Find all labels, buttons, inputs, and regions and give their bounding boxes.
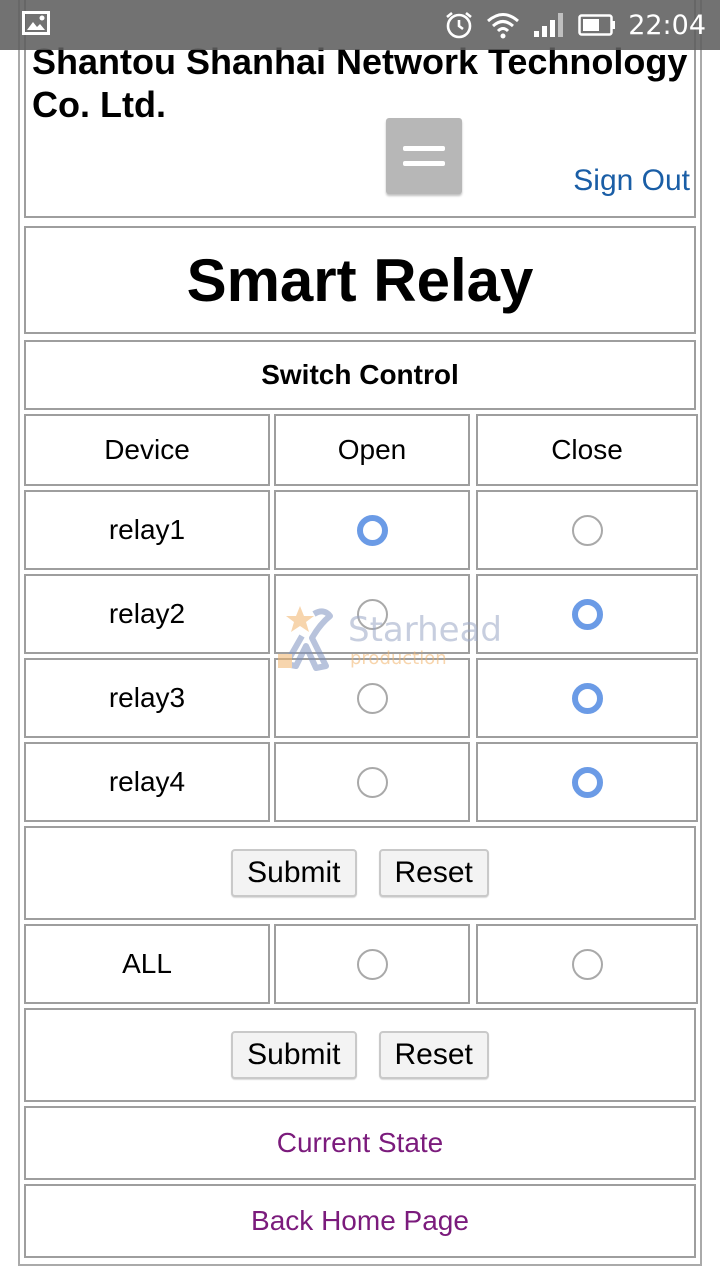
relay3-close-radio[interactable] — [571, 682, 603, 714]
all-label: ALL — [122, 948, 172, 979]
all-reset-button[interactable]: Reset — [378, 1031, 489, 1079]
header-open: Open — [274, 414, 470, 486]
hamburger-icon — [403, 146, 445, 151]
relay4-label-cell: relay4 — [24, 742, 270, 822]
relay3-open-radio[interactable] — [356, 682, 388, 714]
relay1-label-cell: relay1 — [24, 490, 270, 570]
wifi-icon — [486, 11, 520, 39]
page-title: Smart Relay — [186, 246, 534, 314]
relay3-label-cell: relay3 — [24, 658, 270, 738]
sign-out-link[interactable]: Sign Out — [573, 164, 690, 198]
relay-actions: Submit Reset — [24, 826, 696, 920]
company-name: Shantou Shanhai Network Technology Co. L… — [32, 41, 688, 125]
reset-button[interactable]: Reset — [378, 849, 489, 897]
signal-icon — [532, 11, 566, 39]
all-close-radio[interactable] — [571, 948, 603, 980]
relay2-open-radio[interactable] — [356, 598, 388, 630]
back-home-cell: Back Home Page — [24, 1184, 696, 1258]
title-cell: Smart Relay — [24, 226, 696, 334]
relay1-open-radio[interactable] — [356, 514, 388, 546]
device-label: relay1 — [108, 514, 186, 545]
relay4-close-radio[interactable] — [571, 766, 603, 798]
subtitle-cell: Switch Control — [24, 340, 696, 410]
all-actions: Submit Reset — [24, 1008, 696, 1102]
header-close: Close — [476, 414, 698, 486]
current-state-link[interactable]: Current State — [277, 1127, 444, 1159]
relay2-close-radio[interactable] — [571, 598, 603, 630]
all-label-cell: ALL — [24, 924, 270, 1004]
relay2-label-cell: relay2 — [24, 574, 270, 654]
device-label: relay3 — [108, 682, 186, 713]
submit-button[interactable]: Submit — [231, 849, 357, 897]
device-label: relay4 — [108, 766, 186, 797]
all-submit-button[interactable]: Submit — [231, 1031, 357, 1079]
page-frame: Shantou Shanhai Network Technology Co. L… — [18, 0, 702, 1266]
battery-icon — [578, 14, 616, 36]
section-title: Switch Control — [261, 359, 459, 390]
relay1-close-radio[interactable] — [571, 514, 603, 546]
menu-button[interactable] — [386, 118, 462, 194]
status-time: 22:04 — [628, 9, 706, 41]
relay4-open-radio[interactable] — [356, 766, 388, 798]
all-open-radio[interactable] — [356, 948, 388, 980]
status-bar: 22:04 — [0, 0, 720, 50]
device-label: relay2 — [108, 598, 186, 629]
header-device: Device — [24, 414, 270, 486]
back-home-link[interactable]: Back Home Page — [251, 1205, 469, 1237]
alarm-icon — [444, 10, 474, 40]
gallery-notification-icon — [22, 10, 50, 40]
current-state-cell: Current State — [24, 1106, 696, 1180]
